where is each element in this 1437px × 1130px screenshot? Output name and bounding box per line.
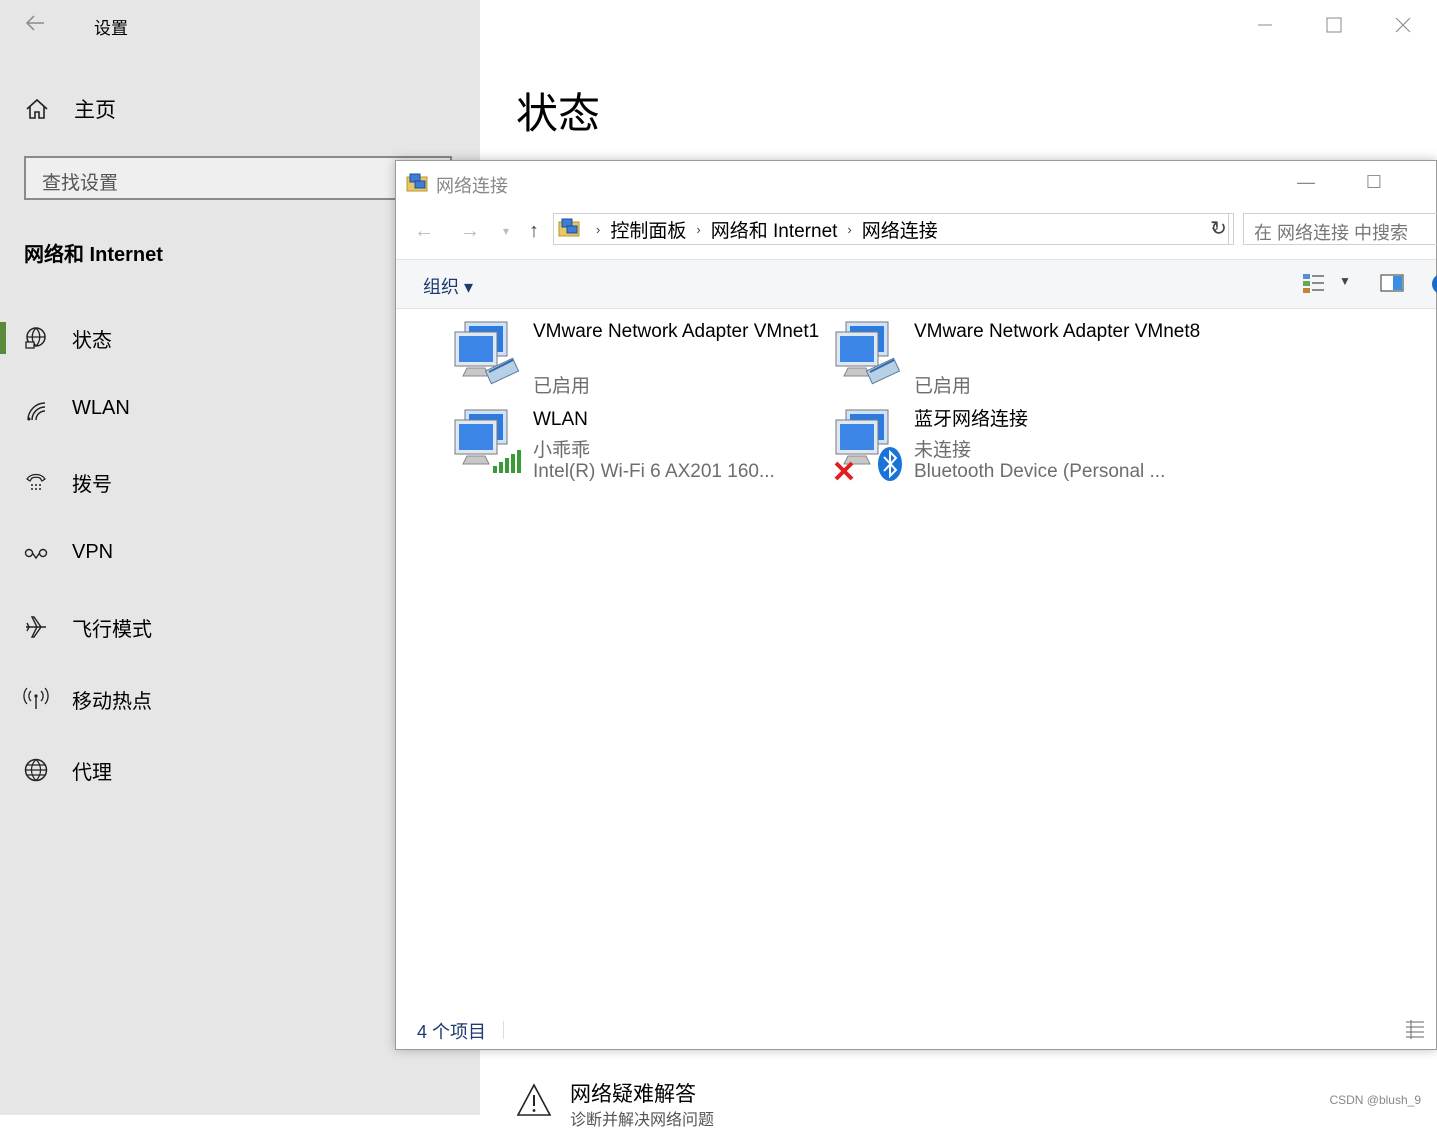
connection-status: 未连接 — [914, 440, 972, 461]
maximize-button[interactable] — [1299, 0, 1368, 50]
connection-name: 蓝牙网络连接 — [914, 409, 1029, 430]
connection-status: 已启用 — [914, 376, 972, 397]
connection-name: WLAN — [533, 409, 588, 430]
dialup-icon — [22, 468, 50, 496]
troubleshoot-title: 网络疑难解答 — [570, 1083, 696, 1106]
globe-icon — [22, 756, 50, 784]
preview-pane-icon[interactable] — [1380, 274, 1404, 297]
nav-item-label: 飞行模式 — [72, 619, 152, 641]
chevron-right-icon: › — [596, 221, 601, 237]
command-bar: 组织 ▾ ▼ — [396, 259, 1437, 309]
connection-name: VMware Network Adapter VMnet8 — [914, 321, 1201, 342]
connection-device: Bluetooth Device (Personal ... — [914, 461, 1166, 482]
nav-item-label: 状态 — [72, 330, 112, 352]
home-label: 主页 — [74, 99, 116, 122]
connection-ssid: 小乖乖 — [533, 440, 591, 461]
nav-item-label: WLAN — [72, 397, 130, 419]
wifi-icon — [22, 397, 50, 425]
chevron-right-icon: › — [847, 221, 852, 237]
forward-button[interactable]: → — [456, 217, 484, 245]
connection-name: VMware Network Adapter VMnet1 — [533, 321, 820, 342]
globe-network-icon — [22, 324, 50, 352]
network-folder-icon — [406, 171, 428, 193]
network-folder-icon — [558, 216, 586, 243]
connection-item-wlan[interactable]: WLAN 小乖乖 Intel(R) Wi-Fi 6 AX201 160... — [453, 408, 813, 492]
explorer-title: 网络连接 — [436, 176, 508, 196]
explorer-search-input[interactable]: 在 网络连接 中搜索 — [1243, 213, 1437, 245]
details-view-icon[interactable] — [1404, 1019, 1426, 1044]
network-connections-window: 网络连接 — ☐ ← → ▾ ↑ › 控制面板 › 网络和 Internet ›… — [395, 160, 1437, 1050]
connection-item-vmnet8[interactable]: VMware Network Adapter VMnet8 已启用 — [834, 320, 1200, 404]
breadcrumb-network-connections[interactable]: 网络连接 — [862, 216, 938, 243]
connection-item-bluetooth[interactable]: 蓝牙网络连接 未连接 Bluetooth Device (Personal ..… — [834, 408, 1194, 492]
home-nav-item[interactable]: 主页 — [24, 94, 116, 124]
watermark: CSDN @blush_9 — [1329, 1093, 1421, 1107]
refresh-button[interactable]: ↻ — [1204, 213, 1234, 245]
selection-indicator — [0, 322, 6, 354]
bluetooth-adapter-icon — [834, 408, 914, 488]
organize-button[interactable]: 组织 ▾ — [423, 273, 473, 299]
chevron-down-icon[interactable]: ▼ — [1339, 274, 1351, 288]
window-controls — [1230, 0, 1437, 50]
network-adapter-icon — [453, 320, 533, 400]
status-divider — [503, 1021, 504, 1039]
minimize-button[interactable] — [1230, 0, 1299, 50]
network-adapter-icon — [834, 320, 914, 400]
explorer-titlebar[interactable]: 网络连接 — ☐ — [396, 161, 1436, 205]
airplane-icon — [22, 613, 50, 641]
settings-search-input[interactable]: 查找设置 — [24, 156, 452, 200]
connection-status: 已启用 — [533, 376, 591, 397]
nav-item-label: 拨号 — [72, 474, 112, 496]
breadcrumb-network-internet[interactable]: 网络和 Internet — [711, 216, 838, 243]
nav-item-label: 代理 — [72, 762, 112, 784]
wifi-adapter-icon — [453, 408, 533, 488]
status-bar: 4 个项目 — [396, 1013, 1436, 1049]
connection-item-vmnet1[interactable]: VMware Network Adapter VMnet1 已启用 — [453, 320, 819, 404]
change-view-icon[interactable] — [1302, 272, 1326, 299]
page-heading: 状态 — [516, 90, 601, 137]
back-arrow-icon[interactable] — [24, 12, 48, 36]
help-icon[interactable] — [1432, 274, 1437, 294]
search-placeholder: 查找设置 — [42, 173, 119, 194]
home-icon — [24, 95, 52, 123]
chevron-right-icon: › — [696, 221, 701, 237]
item-count: 4 个项目 — [417, 1022, 487, 1042]
back-button[interactable]: ← — [410, 217, 438, 245]
nav-item-label: VPN — [72, 541, 114, 563]
nav-item-label: 移动热点 — [72, 691, 152, 713]
close-button[interactable] — [1368, 0, 1437, 50]
section-title: 网络和 Internet — [24, 244, 163, 266]
explorer-minimize-button[interactable]: — — [1286, 167, 1326, 197]
recent-dropdown-button[interactable]: ▾ — [492, 217, 520, 245]
up-button[interactable]: ↑ — [520, 217, 548, 245]
search-placeholder: 在 网络连接 中搜索 — [1254, 223, 1409, 243]
explorer-maximize-button[interactable]: ☐ — [1354, 167, 1394, 197]
app-title: 设置 — [94, 19, 128, 38]
address-bar[interactable]: › 控制面板 › 网络和 Internet › 网络连接 ⌄ — [553, 213, 1229, 245]
connection-device: Intel(R) Wi-Fi 6 AX201 160... — [533, 461, 775, 482]
troubleshoot-subtitle: 诊断并解决网络问题 — [570, 1112, 715, 1129]
hotspot-icon — [22, 685, 50, 713]
vpn-icon — [22, 541, 50, 569]
breadcrumb-control-panel[interactable]: 控制面板 — [610, 216, 686, 243]
warning-icon — [516, 1082, 552, 1123]
